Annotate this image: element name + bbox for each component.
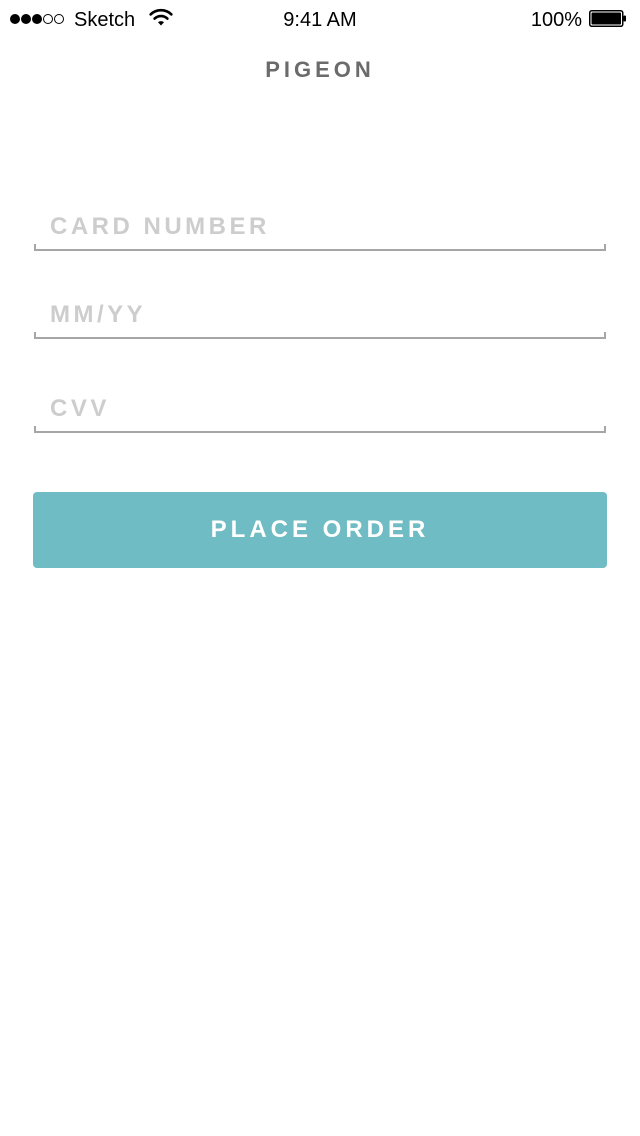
expiry-date-placeholder: MM/YY: [50, 301, 147, 328]
place-order-button[interactable]: PLACE ORDER: [33, 492, 607, 568]
field-underline: [34, 426, 606, 433]
expiry-date-field[interactable]: MM/YY: [34, 297, 606, 339]
battery-fill: [591, 12, 621, 25]
battery-icon: [589, 10, 626, 27]
field-underline: [34, 332, 606, 339]
cvv-field[interactable]: CVV: [34, 391, 606, 433]
battery-percentage: 100%: [530, 9, 582, 31]
card-number-placeholder: CARD NUMBER: [50, 213, 270, 240]
card-number-field[interactable]: CARD NUMBER: [34, 209, 606, 251]
cvv-placeholder: CVV: [50, 395, 110, 422]
status-bar: Sketch 9:41 AM 100%: [0, 0, 640, 40]
field-underline: [34, 244, 606, 251]
app-title: PIGEON: [265, 57, 375, 82]
